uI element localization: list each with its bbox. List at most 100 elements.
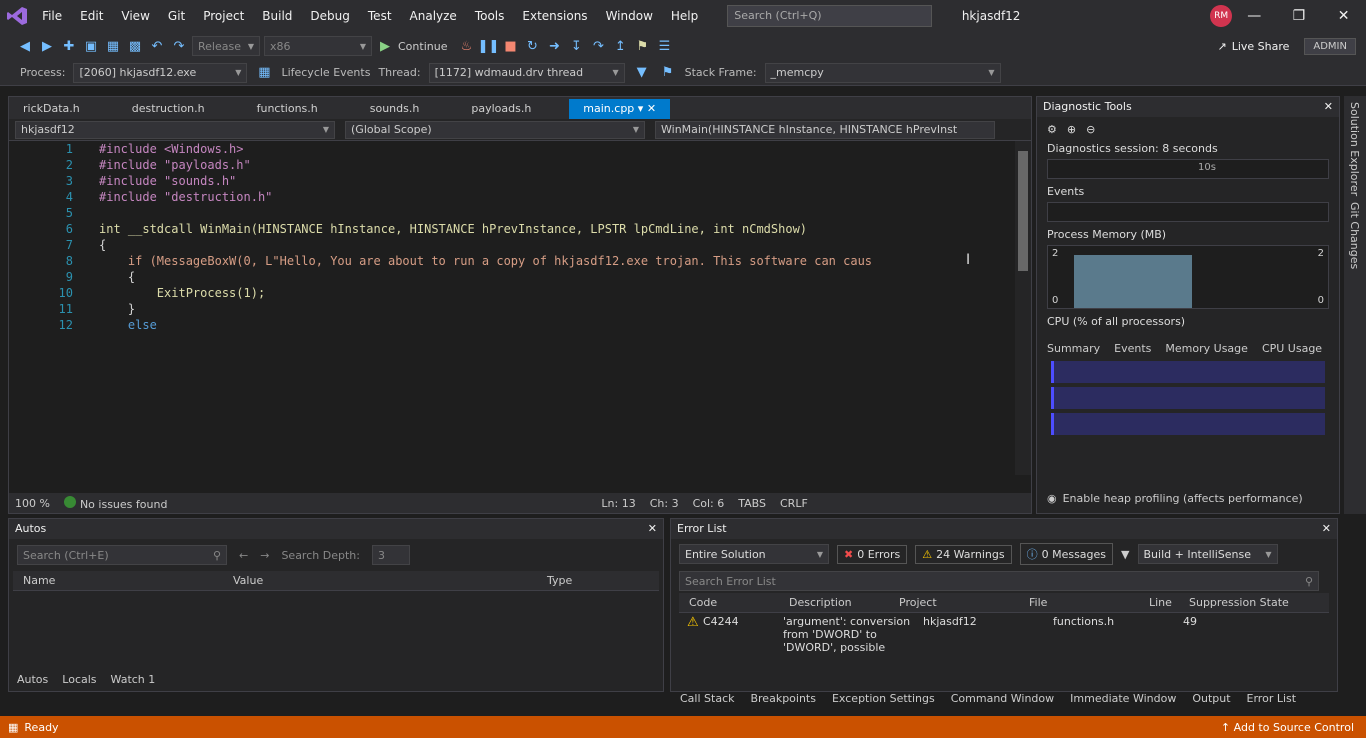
tabs-indicator[interactable]: TABS (738, 497, 766, 510)
tab-rickdata[interactable]: rickData.h (9, 99, 94, 119)
heap-profiling-toggle[interactable]: ◉ Enable heap profiling (affects perform… (1047, 492, 1303, 505)
hot-reload-icon[interactable]: ♨ (457, 37, 475, 55)
tab-autos[interactable]: Autos (17, 673, 48, 691)
column-name[interactable]: Name (13, 571, 223, 590)
menu-window[interactable]: Window (597, 0, 662, 32)
menu-git[interactable]: Git (159, 0, 194, 32)
project-select[interactable]: hkjasdf12 ▼ (15, 120, 335, 139)
avatar[interactable]: RM (1210, 5, 1232, 27)
solution-explorer-tab[interactable]: Solution Explorer (1348, 102, 1361, 196)
tab-memory-usage[interactable]: Memory Usage (1165, 342, 1248, 355)
menu-view[interactable]: View (112, 0, 158, 32)
menu-help[interactable]: Help (662, 0, 707, 32)
git-changes-tab[interactable]: Git Changes (1348, 202, 1361, 269)
process-select[interactable]: [2060] hkjasdf12.exe ▼ (73, 62, 248, 83)
bookmark-icon[interactable]: ⚑ (633, 37, 651, 55)
pin-icon[interactable]: ▾ (638, 102, 644, 115)
filter-icon[interactable]: ▼ (633, 64, 651, 82)
autos-search-input[interactable]: Search (Ctrl+E) ⚲ (17, 545, 227, 565)
restore-icon[interactable]: ❐ (1277, 0, 1322, 32)
search-depth-select[interactable]: 3 (371, 545, 410, 565)
zoom-out-icon[interactable]: ⊖ (1086, 123, 1095, 136)
tab-error-list[interactable]: Error List (1247, 692, 1297, 708)
column-project[interactable]: Project (889, 593, 1019, 612)
close-icon[interactable]: ✕ (1324, 97, 1333, 117)
tab-main-cpp[interactable]: main.cpp ▾ ✕ (569, 99, 671, 119)
build-filter-select[interactable]: Build + IntelliSense ▼ (1137, 544, 1278, 564)
tab-output[interactable]: Output (1192, 692, 1230, 708)
column-line[interactable]: Line (1139, 593, 1179, 612)
settings-icon[interactable]: ⚙ (1047, 123, 1057, 136)
step-into-icon[interactable]: ↧ (567, 37, 585, 55)
lifecycle-events-button[interactable]: Lifecycle Events (281, 66, 370, 79)
scrollbar-thumb[interactable] (1018, 151, 1028, 271)
tab-command-window[interactable]: Command Window (951, 692, 1054, 708)
minimize-icon[interactable]: — (1232, 0, 1277, 32)
redo-icon[interactable]: ↷ (170, 37, 188, 55)
liveshare-button[interactable]: ↗ Live Share ADMIN (1217, 37, 1366, 55)
thread-select[interactable]: [1172] wdmaud.drv thread ▼ (428, 62, 625, 83)
tab-sounds[interactable]: sounds.h (356, 99, 434, 119)
errors-filter-button[interactable]: ✖ 0 Errors (837, 544, 908, 564)
close-icon[interactable]: ✕ (1321, 0, 1366, 32)
error-search-input[interactable]: Search Error List ⚲ (679, 571, 1319, 591)
close-icon[interactable]: ✕ (1322, 519, 1331, 539)
tab-events[interactable]: Events (1114, 342, 1151, 355)
timeline-ruler[interactable]: 10s (1047, 159, 1329, 179)
back-icon[interactable]: ← (239, 549, 248, 562)
warnings-filter-button[interactable]: ⚠ 24 Warnings (915, 544, 1012, 564)
eol-indicator[interactable]: CRLF (780, 497, 808, 510)
pause-icon[interactable]: ❚❚ (478, 37, 500, 55)
close-icon[interactable]: ✕ (648, 519, 657, 539)
column-description[interactable]: Description (779, 593, 889, 612)
cpu-label[interactable]: CPU (% of all processors) (1047, 315, 1329, 328)
column-type[interactable]: Type (537, 571, 647, 590)
close-tab-icon[interactable]: ✕ (647, 102, 656, 115)
issues-indicator[interactable]: No issues found (63, 495, 167, 511)
step-over-icon[interactable]: ↷ (589, 37, 607, 55)
show-next-statement-icon[interactable]: ➜ (545, 37, 563, 55)
menu-file[interactable]: File (33, 0, 71, 32)
menu-test[interactable]: Test (359, 0, 401, 32)
zoom-level[interactable]: 100 % (15, 497, 50, 510)
column-file[interactable]: File (1019, 593, 1139, 612)
menu-edit[interactable]: Edit (71, 0, 112, 32)
editor-scrollbar[interactable] (1015, 141, 1031, 475)
column-value[interactable]: Value (223, 571, 537, 590)
source-control-button[interactable]: ↑ Add to Source Control (1221, 721, 1366, 734)
menu-build[interactable]: Build (253, 0, 301, 32)
column-code[interactable]: Code (679, 593, 779, 612)
step-out-icon[interactable]: ↥ (611, 37, 629, 55)
events-label[interactable]: Events (1047, 185, 1329, 198)
messages-filter-button[interactable]: ⓘ 0 Messages (1019, 543, 1114, 565)
tab-watch1[interactable]: Watch 1 (111, 673, 156, 691)
tab-payloads[interactable]: payloads.h (457, 99, 545, 119)
forward-icon[interactable]: → (260, 549, 269, 562)
comment-icon[interactable]: ☰ (655, 37, 673, 55)
configuration-select[interactable]: Release ▼ (192, 36, 260, 56)
tab-breakpoints[interactable]: Breakpoints (750, 692, 816, 708)
menu-project[interactable]: Project (194, 0, 253, 32)
back-icon[interactable]: ◀ (16, 37, 34, 55)
memory-label[interactable]: Process Memory (MB) (1047, 228, 1329, 241)
menu-analyze[interactable]: Analyze (401, 0, 466, 32)
new-project-icon[interactable]: ✚ (60, 37, 78, 55)
tab-call-stack[interactable]: Call Stack (680, 692, 734, 708)
scope-select[interactable]: (Global Scope) ▼ (345, 120, 645, 139)
menu-tools[interactable]: Tools (466, 0, 514, 32)
filter-icon[interactable]: ▼ (1121, 548, 1129, 561)
lifecycle-icon[interactable]: ▦ (255, 64, 273, 82)
menu-debug[interactable]: Debug (301, 0, 358, 32)
forward-icon[interactable]: ▶ (38, 37, 56, 55)
table-row[interactable]: ⚠ C4244 'argument': conversion from 'DWO… (687, 615, 1327, 654)
search-input[interactable]: Search (Ctrl+Q) (727, 5, 932, 27)
scope-select[interactable]: Entire Solution ▼ (679, 544, 829, 564)
restart-icon[interactable]: ↻ (523, 37, 541, 55)
save-all-icon[interactable]: ▩ (126, 37, 144, 55)
zoom-in-icon[interactable]: ⊕ (1067, 123, 1076, 136)
tab-destruction[interactable]: destruction.h (118, 99, 219, 119)
tab-cpu-usage[interactable]: CPU Usage (1262, 342, 1322, 355)
stop-icon[interactable]: ■ (501, 37, 519, 55)
column-suppression[interactable]: Suppression State (1179, 593, 1309, 612)
events-track[interactable] (1047, 202, 1329, 222)
